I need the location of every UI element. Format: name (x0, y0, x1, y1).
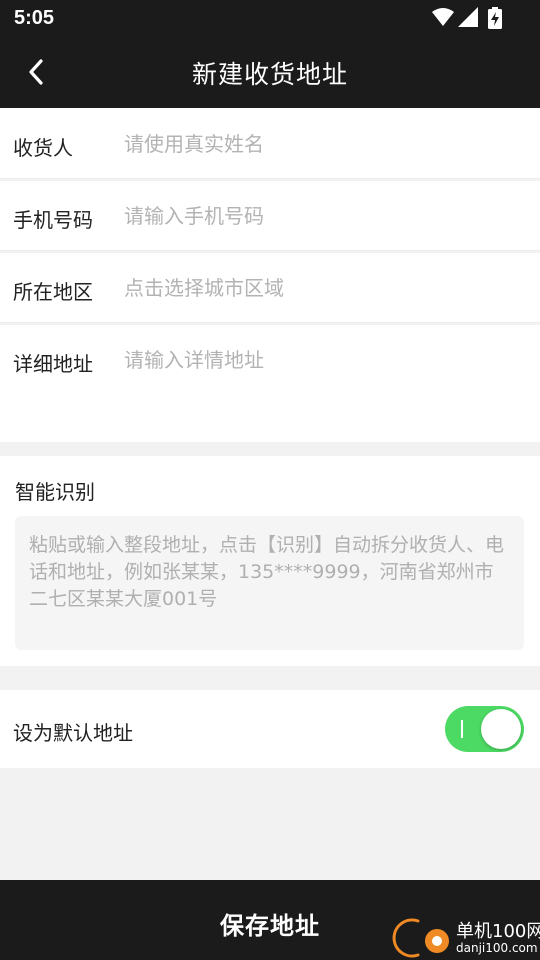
watermark-url: danji100.com (456, 941, 538, 955)
default-address-label: 设为默认地址 (13, 721, 133, 745)
watermark-name: 单机100网 (456, 921, 540, 942)
toggle-knob (481, 709, 521, 749)
detail-row: 详细地址 (0, 325, 540, 442)
region-picker[interactable] (124, 274, 524, 302)
phone-row: 手机号码 (0, 181, 540, 251)
battery-charging-icon (488, 7, 502, 29)
smart-recognition-textarea[interactable] (15, 516, 524, 650)
default-address-toggle[interactable] (445, 706, 524, 752)
wifi-icon (432, 8, 454, 26)
detail-label: 详细地址 (13, 352, 93, 376)
smart-recognition-title: 智能识别 (15, 480, 95, 504)
status-bar: 5:05 (0, 0, 540, 36)
default-address-row: 设为默认地址 (0, 690, 540, 768)
recipient-row: 收货人 (0, 108, 540, 179)
recipient-input[interactable] (124, 130, 524, 158)
watermark-logo-icon (392, 918, 449, 958)
phone-input[interactable] (124, 202, 524, 230)
signal-icon (458, 7, 478, 27)
status-time: 5:05 (14, 7, 55, 29)
nav-bar: 新建收货地址 (0, 36, 540, 108)
phone-label: 手机号码 (13, 208, 93, 232)
toggle-on-mark (461, 720, 463, 738)
recipient-label: 收货人 (13, 136, 73, 160)
status-icons (432, 7, 502, 29)
region-row[interactable]: 所在地区 (0, 253, 540, 323)
smart-recognition-section: 智能识别 (0, 456, 540, 666)
region-label: 所在地区 (13, 280, 93, 304)
page-title: 新建收货地址 (191, 60, 348, 89)
detail-address-input[interactable] (124, 346, 524, 374)
watermark-logo: 单机100网 danji100.com (388, 915, 540, 959)
